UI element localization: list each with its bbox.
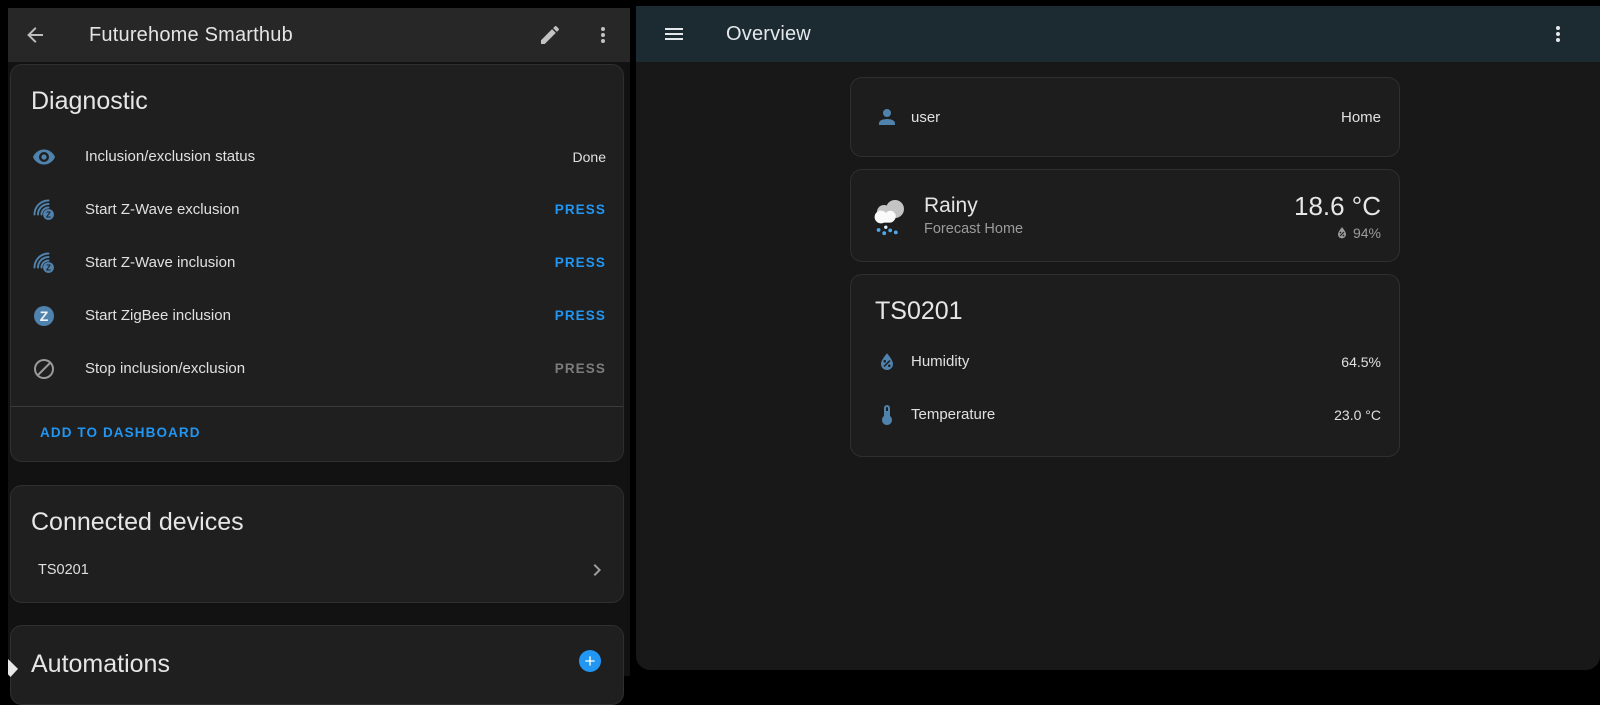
add-to-dashboard-button[interactable]: ADD TO DASHBOARD bbox=[40, 425, 201, 440]
device-list-item[interactable]: TS0201 bbox=[11, 545, 623, 595]
add-automation-button[interactable] bbox=[579, 650, 601, 672]
diagnostic-card: Diagnostic Inclusion/exclusion status Do… bbox=[10, 64, 624, 462]
user-name: user bbox=[911, 109, 940, 126]
row-label: Start Z-Wave inclusion bbox=[85, 254, 235, 271]
diagnostic-card-footer: ADD TO DASHBOARD bbox=[11, 407, 623, 457]
weather-card[interactable]: Rainy Forecast Home 18.6 °C 94% bbox=[850, 169, 1400, 262]
dashboard-title: Overview bbox=[726, 23, 811, 46]
humidity-row[interactable]: Humidity 64.5% bbox=[851, 335, 1399, 388]
weather-humidity-value: 94% bbox=[1353, 225, 1381, 241]
overflow-menu-icon[interactable] bbox=[1546, 22, 1570, 46]
diagnostic-card-title: Diagnostic bbox=[11, 65, 623, 130]
weather-source: Forecast Home bbox=[924, 221, 1023, 237]
automations-title: Automations bbox=[11, 626, 623, 693]
sensor-card-title: TS0201 bbox=[851, 275, 1399, 335]
row-label: Start ZigBee inclusion bbox=[85, 307, 231, 324]
row-stop-inclusion: Stop inclusion/exclusion PRESS bbox=[11, 342, 623, 395]
zwave-icon: Z bbox=[32, 198, 56, 222]
back-arrow-icon[interactable] bbox=[23, 23, 47, 47]
row-zwave-exclusion: Z Start Z-Wave exclusion PRESS bbox=[11, 183, 623, 236]
sensor-card: TS0201 Humidity 64.5% Temperature 23.0 °… bbox=[850, 274, 1400, 457]
device-page-header: Futurehome Smarthub bbox=[8, 8, 630, 62]
edit-pencil-icon[interactable] bbox=[538, 23, 562, 47]
sensor-label: Temperature bbox=[911, 406, 995, 423]
device-name: TS0201 bbox=[38, 562, 89, 578]
user-card[interactable]: user Home bbox=[850, 77, 1400, 157]
row-zwave-inclusion: Z Start Z-Wave inclusion PRESS bbox=[11, 236, 623, 289]
temperature-row[interactable]: Temperature 23.0 °C bbox=[851, 388, 1399, 441]
row-label: Start Z-Wave exclusion bbox=[85, 201, 240, 218]
humidity-drop-icon bbox=[1334, 225, 1350, 241]
weather-rainy-icon bbox=[865, 192, 913, 240]
press-button[interactable]: PRESS bbox=[555, 308, 606, 323]
eye-icon bbox=[32, 145, 56, 169]
weather-humidity-row: 94% bbox=[1294, 225, 1381, 241]
zwave-icon: Z bbox=[32, 251, 56, 275]
weather-summary: Rainy Forecast Home bbox=[924, 194, 1023, 237]
connected-devices-title: Connected devices bbox=[11, 486, 623, 545]
press-button-disabled: PRESS bbox=[555, 361, 606, 376]
hamburger-menu-icon[interactable] bbox=[662, 22, 686, 46]
sensor-label: Humidity bbox=[911, 353, 969, 370]
press-button[interactable]: PRESS bbox=[555, 202, 606, 217]
row-label: Inclusion/exclusion status bbox=[85, 148, 255, 165]
svg-text:Z: Z bbox=[46, 210, 51, 219]
block-icon bbox=[32, 357, 56, 381]
device-page: Futurehome Smarthub Diagnostic Inclusion… bbox=[8, 8, 630, 676]
weather-condition: Rainy bbox=[924, 194, 1023, 218]
user-location: Home bbox=[1341, 109, 1381, 126]
chevron-right-icon bbox=[585, 558, 609, 582]
row-zigbee-inclusion: Z Start ZigBee inclusion PRESS bbox=[11, 289, 623, 342]
overview-header: Overview bbox=[636, 6, 1600, 62]
sensor-value: 64.5% bbox=[1341, 354, 1381, 370]
svg-text:Z: Z bbox=[46, 263, 51, 272]
person-icon bbox=[875, 105, 899, 129]
overflow-menu-icon[interactable] bbox=[591, 23, 615, 47]
connected-devices-card: Connected devices TS0201 bbox=[10, 485, 624, 603]
page-title: Futurehome Smarthub bbox=[89, 24, 293, 47]
overview-dashboard: Overview user Home Rainy Forecast Home 1… bbox=[636, 6, 1600, 670]
press-button[interactable]: PRESS bbox=[555, 255, 606, 270]
humidity-icon bbox=[875, 350, 899, 374]
status-value: Done bbox=[573, 149, 606, 165]
temperature-icon bbox=[875, 403, 899, 427]
row-inclusion-status: Inclusion/exclusion status Done bbox=[11, 130, 623, 183]
weather-readings: 18.6 °C 94% bbox=[1294, 191, 1381, 241]
zigbee-icon: Z bbox=[32, 304, 56, 328]
weather-temperature: 18.6 °C bbox=[1294, 191, 1381, 222]
sensor-value: 23.0 °C bbox=[1334, 407, 1381, 423]
automations-card: Automations bbox=[10, 625, 624, 705]
svg-text:Z: Z bbox=[40, 308, 49, 324]
row-label: Stop inclusion/exclusion bbox=[85, 360, 245, 377]
